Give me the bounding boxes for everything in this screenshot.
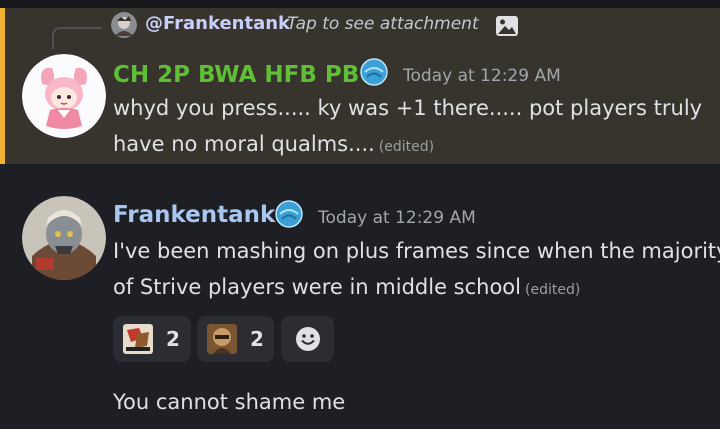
message-text-line: whyd you press..... ky was +1 there.....… [113,96,703,120]
reaction-count: 2 [166,327,180,351]
sticker-emoji-icon [123,324,153,354]
add-reaction-button[interactable] [281,316,334,362]
reaction-count: 2 [250,327,264,351]
edited-label: (edited) [378,139,435,155]
globe-badge-icon [360,58,388,86]
message-timestamp[interactable]: Today at 12:29 AM [318,208,476,228]
message-author[interactable]: Frankentank [113,202,275,228]
sticker-emoji-icon [207,324,237,354]
image-icon[interactable] [495,15,519,37]
message-text-line: have no moral qualms.... (edited) [113,132,434,156]
message-author[interactable]: CH 2P BWA HFB PB [113,62,359,88]
reaction-button[interactable]: 2 [113,316,191,362]
globe-badge-icon [275,200,303,228]
avatar[interactable] [22,54,106,138]
message-text: of Strive players were in middle school [113,275,521,299]
message-text-line: I've been mashing on plus frames since w… [113,239,720,263]
mention-indicator-bar [0,8,5,164]
reply-spine [52,27,102,49]
message-text-line: You cannot shame me [113,390,346,414]
edited-label: (edited) [525,282,581,298]
message-text-line: of Strive players were in middle school(… [113,275,580,299]
reaction-button[interactable]: 2 [197,316,274,362]
reply-attachment-note[interactable]: Tap to see attachment [287,14,479,34]
reply-author[interactable]: @Frankentank [145,13,290,34]
message-timestamp[interactable]: Today at 12:29 AM [403,66,561,86]
message-text: have no moral qualms.... [113,132,375,156]
reply-avatar[interactable] [111,12,137,38]
top-strip [0,0,720,8]
avatar[interactable] [22,196,106,280]
add-reaction-icon [295,327,320,351]
